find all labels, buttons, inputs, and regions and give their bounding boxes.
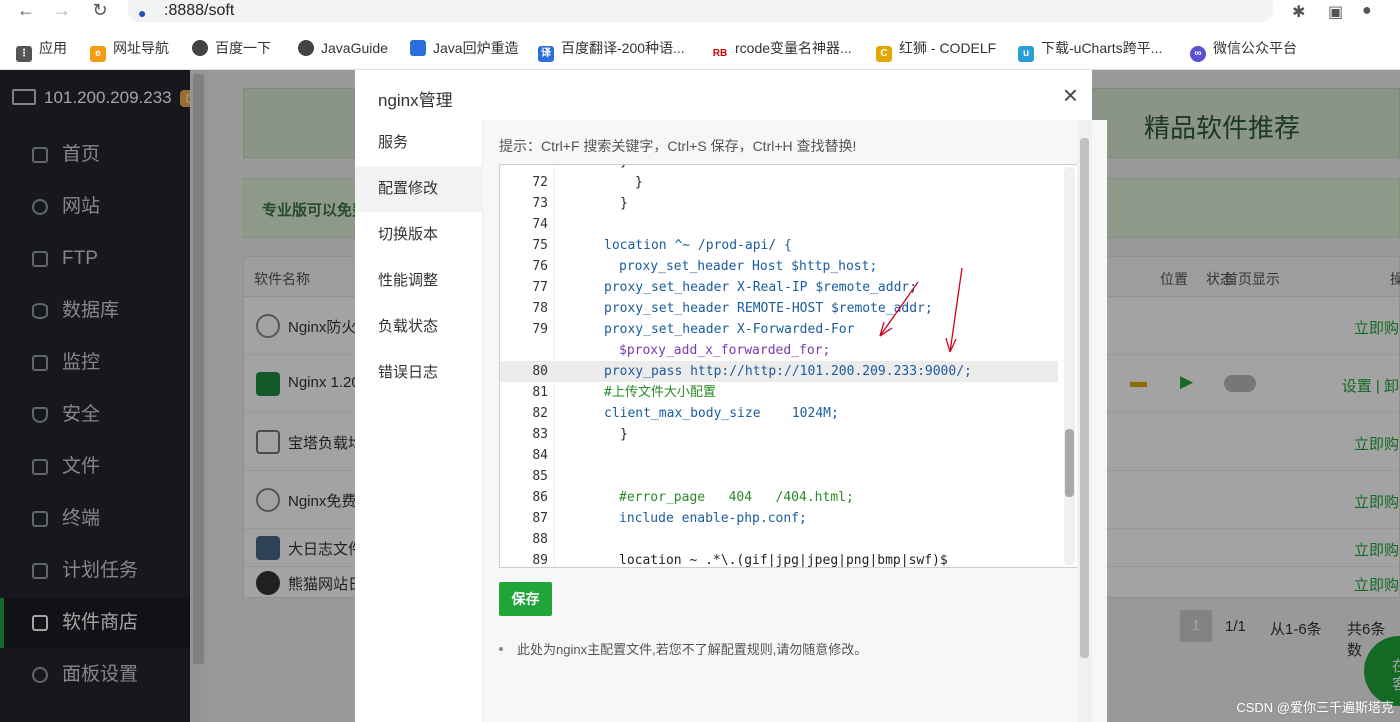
bookmark-weixin[interactable]: ∞ 微信公众平台 [1190, 34, 1297, 62]
nginx-modal: nginx管理 × 服务 配置修改 切换版本 性能调整 负载状态 错误日志 提示… [355, 70, 1107, 722]
bookmark-ucharts[interactable]: u 下载-uCharts跨平... [1018, 34, 1162, 62]
code-line: 81 #上传文件大小配置 [532, 385, 716, 400]
codelf-icon: C [876, 46, 892, 62]
code-line: 88 [532, 532, 548, 547]
tab-config[interactable]: 配置修改 [355, 166, 484, 212]
code-line: 79 proxy_set_header X-Forwarded-For [532, 322, 855, 337]
save-button[interactable]: 保存 [499, 582, 552, 616]
code-line: 87 include enable-php.conf; [532, 511, 807, 526]
shortcut-tip: 提示：Ctrl+F 搜索关键字，Ctrl+S 保存，Ctrl+H 查找替换! [499, 138, 857, 154]
tab-service[interactable]: 服务 [355, 120, 483, 166]
globe-icon [298, 40, 314, 56]
code-line: 84 [532, 448, 548, 463]
translate-icon: 译 [538, 46, 554, 62]
apps-icon: ⋮ [16, 46, 32, 62]
code-line: 85 [532, 469, 548, 484]
code-line: 77 proxy_set_header X-Real-IP $remote_add… [532, 280, 918, 295]
modal-title: nginx管理 [378, 91, 453, 110]
tab-version[interactable]: 切换版本 [355, 212, 483, 258]
forward-icon[interactable]: → [48, 0, 76, 21]
watermark: CSDN @爱你三千遍斯塔克 [1236, 700, 1394, 715]
address-bar[interactable]: ● :8888/soft [128, 0, 1273, 22]
bookmark-codelf[interactable]: C 红狮 - CODELF [876, 34, 996, 62]
modal-tabs: 服务 配置修改 切换版本 性能调整 负载状态 错误日志 [355, 120, 484, 722]
address-text: :8888/soft [164, 2, 235, 19]
tab-error-log[interactable]: 错误日志 [355, 350, 483, 396]
extensions-icon[interactable]: ✱ [1292, 2, 1305, 22]
bullet-icon [499, 647, 503, 651]
window-icon[interactable]: ▣ [1328, 2, 1343, 22]
code-line: 75 location ^~ /prod-api/ { [532, 238, 792, 253]
ucharts-icon: u [1018, 46, 1034, 62]
code-line: 76 proxy_set_header Host $http_host; [532, 259, 878, 274]
code-line-current: 80 proxy_pass http://http://101.200.209.2… [500, 361, 1058, 382]
code-line: 73} [532, 196, 628, 211]
editor-scrollbar[interactable] [1064, 167, 1075, 565]
tab-load-status[interactable]: 负载状态 [355, 304, 483, 350]
doc-icon [410, 40, 426, 56]
bookmark-baidu[interactable]: 百度一下 [192, 34, 271, 62]
bookmarks-bar: ⋮ 应用 e 网址导航 百度一下 JavaGuide Java回炉重造 译百度翻译-… [0, 34, 1400, 62]
browser-nav: ← → ↻ ● :8888/soft ✱ ▣ ● [0, 0, 1400, 24]
modal-body: 提示：Ctrl+F 搜索关键字，Ctrl+S 保存，Ctrl+H 查找替换! 7… [483, 120, 1107, 722]
modal-scroll-thumb[interactable] [1080, 138, 1089, 658]
profile-icon[interactable]: ● [1362, 2, 1372, 20]
browser-chrome: ← → ↻ ● :8888/soft ✱ ▣ ● ⋮ 应用 e 网址导航 百度一下 … [0, 0, 1400, 70]
bookmark-apps[interactable]: ⋮ 应用 [16, 34, 67, 62]
tab-performance[interactable]: 性能调整 [355, 258, 483, 304]
site-icon: ● [138, 5, 147, 21]
reload-icon[interactable]: ↻ [86, 0, 114, 21]
bookmark-rcode[interactable]: RB rcode变量名神器... [712, 34, 852, 62]
ep-icon: e [90, 46, 106, 62]
code-line: 89 location ~ .*\.(gif|jpg|jpeg|png|bmp|s… [532, 553, 948, 568]
rb-icon: RB [712, 46, 728, 62]
code-line: 86 #error_page 404 /404.html; [532, 490, 854, 505]
globe-icon [192, 40, 208, 56]
editor-scroll-thumb[interactable] [1065, 429, 1074, 497]
code-line: 71} [500, 165, 1058, 172]
code-line: 83} [532, 427, 628, 442]
bookmark-javaguide[interactable]: JavaGuide [298, 34, 388, 62]
config-note: 此处为nginx主配置文件,若您不了解配置规则,请勿随意修改。 [499, 639, 867, 658]
code-line: 78 proxy_set_header REMOTE-HOST $remote_a… [532, 301, 933, 316]
close-icon[interactable]: × [1063, 82, 1078, 108]
code-line: 72} [532, 175, 643, 190]
bookmark-java[interactable]: Java回炉重造 [410, 34, 519, 62]
config-editor[interactable]: 71} 72} 73} 74 75location ^~ /prod-api/ … [499, 164, 1078, 568]
bookmark-fanyi[interactable]: 译百度翻译-200种语... [538, 34, 685, 62]
code-line: 82 client_max_body_size 1024M; [532, 406, 839, 421]
code-line: $proxy_add_x_forwarded_for; [619, 343, 831, 358]
modal-scrollbar[interactable] [1077, 120, 1092, 722]
back-icon[interactable]: ← [12, 0, 40, 21]
code-line: 74 [532, 217, 548, 232]
link-icon: ∞ [1190, 46, 1206, 62]
bookmark-nav[interactable]: e 网址导航 [90, 34, 169, 62]
